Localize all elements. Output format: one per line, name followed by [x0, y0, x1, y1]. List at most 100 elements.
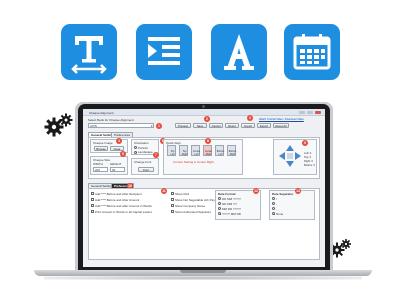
cheque-image-label: Cheque Image — [93, 141, 113, 145]
separator-option: - — [276, 201, 277, 206]
app-window: Cheque Alignment Select Bank for Cheque … — [83, 109, 325, 267]
landscape-radio[interactable] — [134, 150, 137, 154]
margin-bottom-value: Bottom: 0 — [304, 164, 316, 167]
separator-option: . — [276, 206, 277, 211]
reset-button[interactable]: Reset — [225, 123, 239, 128]
width-value: 202 — [95, 168, 101, 173]
option-label: Print Amount in Words in all Capital Let… — [95, 209, 152, 214]
cancel-button[interactable]: Cancel — [209, 123, 223, 128]
date-format-radio[interactable] — [218, 212, 221, 215]
cheque-size-group: Cheque Size WIDTH HEIGHT 202 92 — [90, 156, 128, 175]
indent-list-icon — [148, 37, 180, 65]
save-button[interactable]: Save — [193, 123, 207, 128]
quick-align-bottom-right[interactable]: Bottom Right — [227, 145, 236, 156]
change-font-label: Change Font — [134, 160, 152, 164]
width-input[interactable]: 202 — [93, 167, 108, 172]
badge: 3 — [247, 114, 253, 121]
date-format-radio[interactable] — [218, 207, 221, 210]
minimize-button[interactable] — [299, 111, 305, 114]
portrait-label: Portrait — [138, 145, 148, 150]
window-title-bar: Cheque Alignment — [83, 109, 325, 116]
date-separator-group: Date Separator / - . None — [269, 190, 315, 220]
option-checkbox[interactable] — [171, 198, 174, 201]
separator-option: / — [276, 196, 277, 201]
quick-align-center-right[interactable]: Center Right — [203, 145, 212, 156]
camera-dot — [202, 105, 205, 108]
badge: 13 — [295, 188, 301, 194]
badge: 8 — [205, 138, 211, 144]
option-label: Show Company Name — [175, 203, 206, 208]
badge: 7 — [153, 152, 159, 158]
import-button[interactable]: Import — [241, 123, 255, 128]
option-checkbox[interactable] — [91, 192, 94, 195]
text-tool-icon — [71, 36, 107, 74]
laptop-notch — [180, 270, 226, 273]
export-button[interactable]: Export — [257, 123, 271, 128]
separator-radio[interactable] — [272, 207, 275, 210]
indent-list-tile — [136, 24, 192, 80]
option-checkbox[interactable] — [171, 210, 174, 213]
text-tool-tile — [61, 24, 117, 80]
quick-align-note: Current Setting is Center Right — [173, 160, 214, 164]
change-font-group: Change Font Font — [131, 158, 159, 175]
quick-align-center-left[interactable]: Center Left — [191, 145, 200, 156]
option-label: Add **** Before and after Amount in Word… — [95, 203, 152, 208]
font-tile — [211, 24, 267, 80]
separator-option: None — [276, 211, 284, 216]
separator-radio[interactable] — [272, 202, 275, 205]
quick-align-top-right[interactable]: Top Right — [179, 145, 188, 156]
font-button[interactable]: Font — [138, 167, 154, 172]
option-checkbox[interactable] — [91, 210, 94, 213]
badge: 5 — [120, 151, 126, 157]
bank-select[interactable]: AXIS ▾ — [88, 123, 154, 128]
calendar-tile — [284, 24, 340, 80]
date-format-radio[interactable] — [218, 197, 221, 200]
bank-select-value: AXIS — [90, 124, 97, 129]
tutorial-video-link[interactable]: Watch Tutorial Video / Download Video — [259, 118, 304, 122]
close-button[interactable] — [315, 111, 321, 114]
maximize-button[interactable] — [307, 111, 313, 114]
height-value: 92 — [112, 168, 116, 173]
separator-radio[interactable] — [272, 212, 275, 215]
reset-all-button[interactable]: Reset All — [273, 123, 289, 128]
quick-align-bottom-left[interactable]: Bottom Left — [215, 145, 224, 156]
separator-radio[interactable] — [272, 197, 275, 200]
date-format-option: YYYY MM DD — [222, 211, 241, 216]
orientation-label: Orientation — [134, 141, 149, 145]
date-format-label: Date Format — [218, 192, 236, 196]
date-format-option: MM DD YYYY — [222, 206, 241, 211]
option-checkbox[interactable] — [91, 198, 94, 201]
gears-icon — [330, 239, 351, 258]
option-checkbox[interactable] — [171, 204, 174, 207]
option-label: Show Grid — [175, 191, 190, 196]
badge: 11 — [161, 188, 167, 194]
portrait-radio[interactable] — [134, 146, 137, 149]
date-format-option: DD MM YYYY — [222, 196, 241, 201]
date-format-group: Date Format DD MM YYYY DD MM YY MM DD YY… — [215, 190, 261, 220]
option-label: Add **** Before and After Amount — [95, 197, 140, 202]
font-a-icon — [224, 34, 254, 70]
option-checkbox[interactable] — [91, 204, 94, 207]
height-label: HEIGHT — [110, 162, 122, 166]
badge: 12 — [253, 188, 259, 194]
height-input[interactable]: 92 — [110, 167, 125, 172]
option-label: Show Authorised Signatory — [175, 209, 212, 214]
laptop-shadow — [44, 276, 362, 280]
badge: 2 — [204, 116, 210, 122]
option-checkbox[interactable] — [171, 192, 174, 195]
date-format-option: DD MM YY — [222, 201, 237, 206]
quick-align-top-left[interactable]: Top Left — [167, 145, 176, 156]
gears-icon — [44, 113, 73, 137]
chevron-down-icon: ▾ — [151, 124, 153, 129]
option-label: Add **** Before and After Recipient — [95, 191, 142, 196]
preview-button[interactable]: Preview — [175, 123, 191, 128]
select-bank-label: Select Bank for Cheque Alignment — [88, 118, 134, 122]
arrow-pad-icon[interactable] — [277, 143, 303, 169]
width-label: WIDTH — [93, 162, 103, 166]
calendar-icon — [293, 34, 331, 70]
date-format-radio[interactable] — [218, 202, 221, 205]
browse-button[interactable]: Browse — [94, 146, 108, 151]
badge: 4 — [116, 138, 122, 144]
date-separator-label: Date Separator — [272, 192, 294, 196]
badge: 1 — [156, 122, 162, 129]
